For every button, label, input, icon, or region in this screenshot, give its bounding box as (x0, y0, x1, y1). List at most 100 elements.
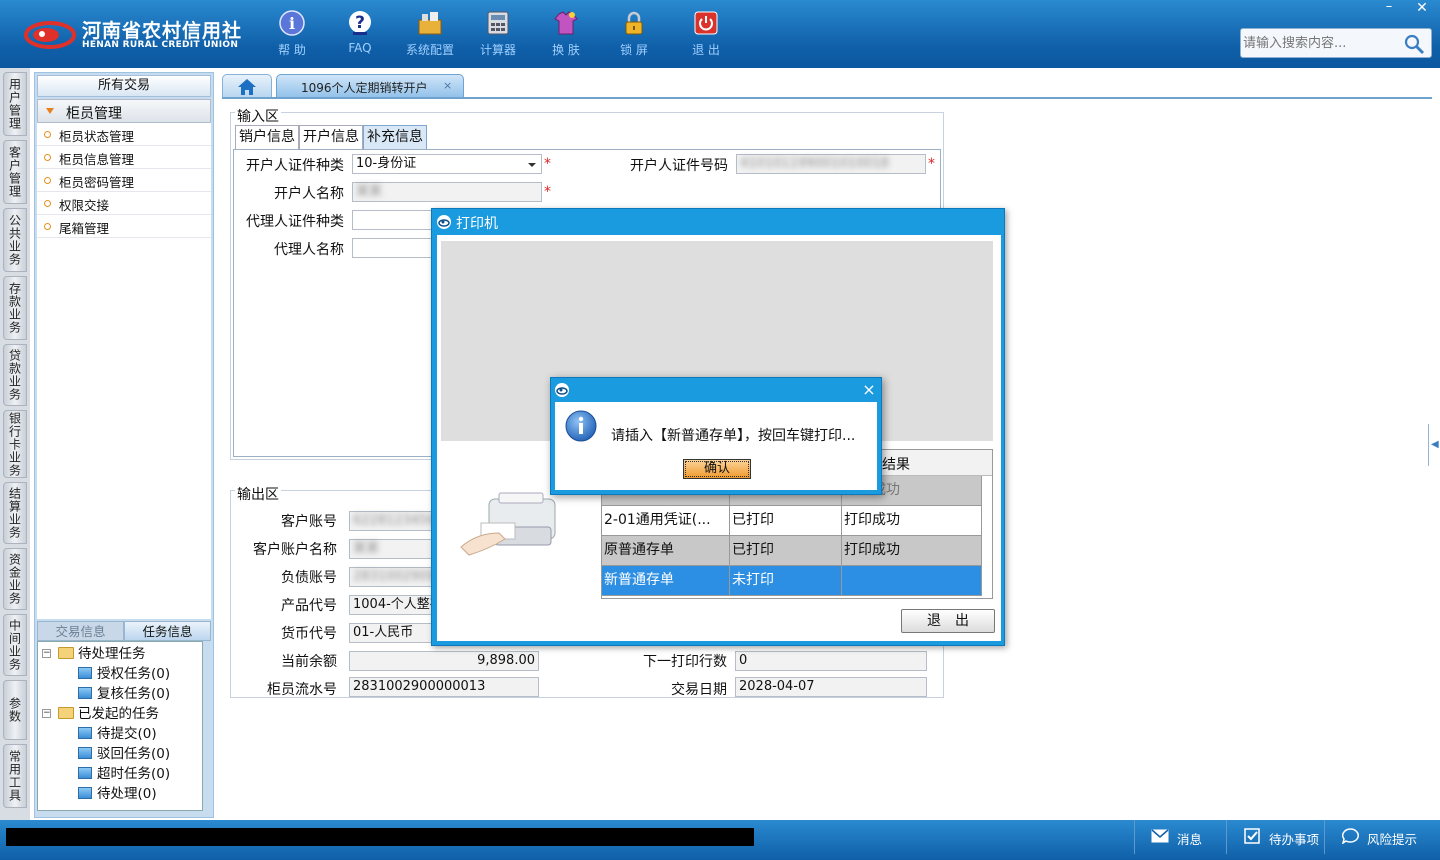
info-icon (565, 410, 597, 442)
table-cell (842, 566, 982, 596)
sidebar: 所有交易 柜员管理 柜员状态管理 柜员信息管理 柜员密码管理 权限交接 尾箱管理… (34, 72, 214, 818)
search-input[interactable] (1243, 33, 1403, 53)
sidebar-item-permission-handover[interactable]: 权限交接 (37, 192, 211, 215)
message-dialog: × 请插入【新普通存单】，按回车键打印... 确认 (550, 377, 882, 495)
sidebar-item-teller-password[interactable]: 柜员密码管理 (37, 169, 211, 192)
search-box (1240, 28, 1432, 58)
change-skin-label: 换 肤 (552, 43, 580, 57)
power-icon (694, 11, 718, 35)
status-bar: 消息 待办事项 风险提示 (0, 820, 1440, 860)
bullet-icon (44, 177, 51, 184)
table-cell: 原普通存单 (602, 536, 730, 566)
id-type-value: 10-身份证 (356, 156, 417, 171)
tree-node-review-tasks[interactable]: 复核任务(0) (78, 684, 170, 704)
logout-button[interactable]: 退 出 (674, 8, 738, 60)
id-type-label: 开户人证件种类 (246, 158, 344, 174)
tree-node-timeout[interactable]: 超时任务(0) (78, 764, 170, 784)
task-icon (78, 687, 92, 699)
window-minimize-button[interactable]: – (1376, 0, 1402, 18)
customer-account-name-label: 客户账户名称 (253, 542, 337, 558)
todo-label: 待办事项 (1269, 832, 1320, 847)
help-button[interactable]: i 帮 助 (260, 8, 324, 60)
sidebar-item-list: 柜员状态管理 柜员信息管理 柜员密码管理 权限交接 尾箱管理 (37, 123, 211, 619)
tab-close-icon[interactable]: × (443, 79, 452, 92)
table-row-selected[interactable]: 新普通存单 未打印 (602, 566, 982, 596)
next-print-line-label: 下一打印行数 (643, 654, 727, 670)
tree-node-pending-tasks[interactable]: − 待处理任务 (42, 644, 146, 664)
vtab-loan-business[interactable]: 贷款业务 (3, 344, 27, 406)
logo-swirl-icon (24, 21, 76, 49)
vtab-deposit-business[interactable]: 存款业务 (3, 276, 27, 340)
sidebar-group-teller-management[interactable]: 柜员管理 (37, 99, 211, 123)
id-number-label: 开户人证件号码 (630, 158, 728, 174)
app-logo: 河南省农村信用社 HENAN RURAL CREDIT UNION (24, 14, 244, 54)
collapse-toggle-icon[interactable]: − (42, 649, 51, 658)
change-skin-button[interactable]: 换 肤 (534, 8, 598, 60)
tab-task-info[interactable]: 任务信息 (124, 621, 211, 641)
tree-node-label: 待提交(0) (97, 726, 157, 742)
vtab-user-management[interactable]: 用户管理 (3, 72, 27, 136)
vtab-fund-business[interactable]: 资金业务 (3, 548, 27, 610)
tab-transaction-1096[interactable]: 1096个人定期销转开户 × (276, 74, 464, 98)
tree-node-label: 待处理任务 (78, 646, 146, 662)
right-panel-toggle[interactable]: ◀ (1428, 424, 1439, 466)
sidebar-subtabs: 交易信息 任务信息 (37, 621, 211, 641)
bullet-icon (44, 154, 51, 161)
dropdown-arrow-icon (528, 163, 536, 167)
task-icon (78, 787, 92, 799)
bullet-icon (44, 131, 51, 138)
table-cell: 已打印 (730, 536, 842, 566)
id-number-field[interactable]: 410101199001010018 (736, 154, 926, 174)
required-mark: * (544, 156, 551, 172)
faq-button[interactable]: ? FAQ (328, 8, 392, 60)
tab-transaction-info[interactable]: 交易信息 (37, 621, 124, 641)
system-config-button[interactable]: 系统配置 (398, 8, 462, 60)
table-row[interactable]: 2-01通用凭证(... 已打印 打印成功 (602, 506, 982, 536)
sidebar-item-teller-status[interactable]: 柜员状态管理 (37, 123, 211, 146)
vtab-bank-card-business[interactable]: 银行卡业务 (3, 410, 27, 478)
tab-open-account-info[interactable]: 开户信息 (299, 125, 363, 149)
sidebar-item-label: 柜员密码管理 (59, 175, 135, 190)
account-holder-name-field[interactable]: 某某 (352, 182, 542, 202)
logout-label: 退 出 (692, 43, 720, 57)
search-icon[interactable] (1403, 33, 1425, 55)
vtab-settlement-business[interactable]: 结算业务 (3, 482, 27, 544)
risk-alert-button[interactable]: 风险提示 (1324, 820, 1436, 854)
window-close-button[interactable]: ✕ (1408, 0, 1436, 18)
vtab-customer-management[interactable]: 客户管理 (3, 140, 27, 204)
teller-serial-label: 柜员流水号 (267, 682, 337, 698)
faq-icon: ? (349, 11, 371, 35)
tree-node-rejected[interactable]: 驳回任务(0) (78, 744, 170, 764)
todo-button[interactable]: 待办事项 (1226, 820, 1324, 854)
sidebar-item-teller-info[interactable]: 柜员信息管理 (37, 146, 211, 169)
vtab-intermediary-business[interactable]: 中间业务 (3, 614, 27, 676)
tree-node-to-submit[interactable]: 待提交(0) (78, 724, 157, 744)
table-cell: 新普通存单 (602, 566, 730, 596)
transaction-date-label: 交易日期 (671, 682, 727, 698)
tree-node-to-process[interactable]: 待处理(0) (78, 784, 157, 804)
messages-button[interactable]: 消息 (1134, 820, 1226, 854)
tab-close-account-info[interactable]: 销户信息 (235, 125, 299, 149)
tree-node-auth-tasks[interactable]: 授权任务(0) (78, 664, 170, 684)
vtab-parameters[interactable]: 参数 (3, 680, 27, 740)
message-close-button[interactable]: × (859, 380, 879, 400)
required-mark: * (544, 184, 551, 200)
calculator-button[interactable]: 计算器 (466, 8, 530, 60)
table-row[interactable]: 原普通存单 已打印 打印成功 (602, 536, 982, 566)
lock-screen-button[interactable]: 锁 屏 (602, 8, 666, 60)
input-area-title: 输入区 (235, 106, 281, 126)
vtab-common-tools[interactable]: 常用工具 (3, 744, 27, 808)
collapse-toggle-icon[interactable]: − (42, 709, 51, 718)
vtab-public-business[interactable]: 公共业务 (3, 208, 27, 272)
confirm-button[interactable]: 确认 (683, 459, 751, 479)
id-type-select[interactable]: 10-身份证 (352, 154, 542, 174)
tree-node-initiated-tasks[interactable]: − 已发起的任务 (42, 704, 159, 724)
lock-icon (625, 11, 643, 35)
tab-supplementary-info[interactable]: 补充信息 (363, 125, 427, 149)
sidebar-item-cash-box[interactable]: 尾箱管理 (37, 215, 211, 238)
tab-home[interactable] (222, 74, 272, 98)
sidebar-item-label: 柜员状态管理 (59, 129, 135, 144)
message-dialog-body: 请插入【新普通存单】，按回车键打印... 确认 (555, 402, 877, 490)
next-print-line-field: 0 (735, 651, 927, 671)
printer-exit-button[interactable]: 退出 (901, 609, 995, 633)
